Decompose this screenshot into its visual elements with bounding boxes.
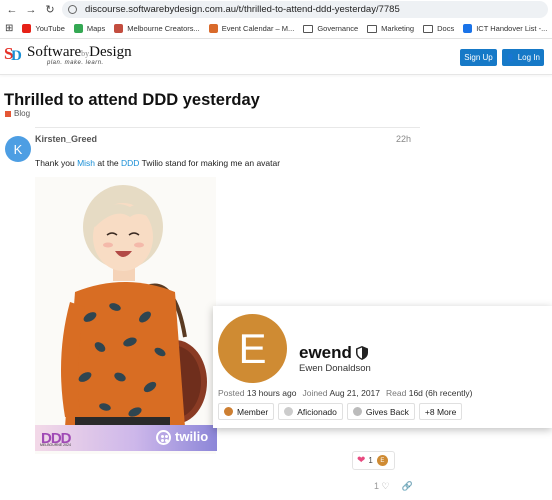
user-card-avatar[interactable]: E — [218, 314, 287, 383]
mention-link[interactable]: Mish — [77, 158, 95, 168]
site-header: SD SoftwarebyDesign plan. make. learn. S… — [0, 39, 552, 75]
folder-icon — [303, 24, 314, 33]
site-logo[interactable]: SD SoftwarebyDesign plan. make. learn. — [4, 44, 132, 66]
heart-outline-icon: ♡ — [381, 481, 390, 491]
category-badge[interactable]: Blog — [5, 109, 30, 118]
bookmarks-bar: ⊞ YouTube Maps Melbourne Creators... Eve… — [0, 19, 552, 39]
user-card-username[interactable]: ewend — [299, 343, 368, 363]
post-actions: 1 ♡ 🔗 — [374, 481, 413, 492]
gives-back-badge-icon — [352, 407, 362, 416]
user-card: E ewend Ewen Donaldson Posted 13 hours a… — [213, 306, 552, 428]
topic-title[interactable]: Thrilled to attend DDD yesterday — [4, 91, 260, 110]
aficionado-badge-icon — [284, 407, 294, 416]
bookmark-event-calendar[interactable]: Event Calendar – M... — [208, 24, 294, 33]
address-bar[interactable]: discourse.softwarebydesign.com.au/t/thri… — [62, 1, 548, 18]
user-card-badges: Member Aficionado Gives Back +8 More — [218, 403, 463, 420]
divider — [35, 127, 420, 128]
twilio-icon — [156, 430, 171, 445]
url-text: discourse.softwarebydesign.com.au/t/thri… — [85, 4, 400, 15]
ddd-link[interactable]: DDD — [121, 158, 139, 168]
log-in-button[interactable]: 👤 Log In — [502, 49, 544, 66]
avatar[interactable]: K — [5, 136, 31, 162]
bookmark-governance[interactable]: Governance — [303, 24, 358, 33]
reaction-button[interactable]: ❤ 1 E — [352, 451, 395, 470]
sign-up-button[interactable]: Sign Up — [460, 49, 497, 66]
bookmark-docs[interactable]: Docs — [423, 24, 454, 33]
bookmark-marketing[interactable]: Marketing — [367, 24, 414, 33]
melbourne-icon — [114, 24, 124, 33]
illustration-svg — [61, 185, 207, 442]
forward-icon[interactable]: → — [24, 4, 38, 16]
apps-icon[interactable]: ⊞ — [5, 23, 13, 34]
post-timestamp[interactable]: 22h — [396, 134, 411, 144]
badge-gives-back[interactable]: Gives Back — [346, 403, 415, 420]
folder-icon — [367, 24, 378, 33]
avatar-illustration[interactable] — [35, 177, 216, 454]
site-info-icon[interactable] — [68, 5, 77, 14]
event-banner: DDD MELBOURNE 2024 twilio — [35, 425, 217, 451]
youtube-icon — [22, 24, 32, 33]
event-icon — [208, 24, 218, 33]
maps-icon — [73, 24, 83, 33]
bookmark-melbourne-creators[interactable]: Melbourne Creators... — [114, 24, 200, 33]
badge-member[interactable]: Member — [218, 403, 275, 420]
bookmark-ict-handover[interactable]: ICT Handover List -... — [463, 24, 547, 33]
browser-toolbar: ← → ↻ discourse.softwarebydesign.com.au/… — [0, 0, 552, 19]
bookmark-youtube[interactable]: YouTube — [22, 24, 65, 33]
folder-icon — [423, 24, 434, 33]
ict-icon — [463, 24, 473, 33]
badge-aficionado[interactable]: Aficionado — [278, 403, 343, 420]
user-icon: 👤 — [506, 54, 515, 62]
member-badge-icon — [224, 407, 233, 416]
back-icon[interactable]: ← — [5, 4, 19, 16]
heart-icon: ❤ — [357, 455, 366, 466]
reload-icon[interactable]: ↻ — [43, 3, 57, 16]
twilio-logo-text: twilio — [175, 429, 209, 444]
like-button[interactable]: 1 ♡ — [374, 481, 390, 492]
bookmark-maps[interactable]: Maps — [73, 24, 105, 33]
more-badges-button[interactable]: +8 More — [418, 403, 463, 420]
shield-icon — [355, 346, 368, 360]
post-username[interactable]: Kirsten_Greed — [35, 134, 97, 144]
post-body: Thank you Mish at the DDD Twilio stand f… — [35, 158, 281, 168]
category-color-icon — [5, 110, 11, 117]
user-card-full-name: Ewen Donaldson — [299, 363, 371, 374]
share-link-icon[interactable]: 🔗 — [402, 481, 413, 492]
user-card-stats: Posted 13 hours ago Joined Aug 21, 2017 … — [218, 388, 473, 398]
reactor-avatar[interactable]: E — [376, 455, 388, 466]
logo-mark-icon: SD — [4, 44, 22, 64]
